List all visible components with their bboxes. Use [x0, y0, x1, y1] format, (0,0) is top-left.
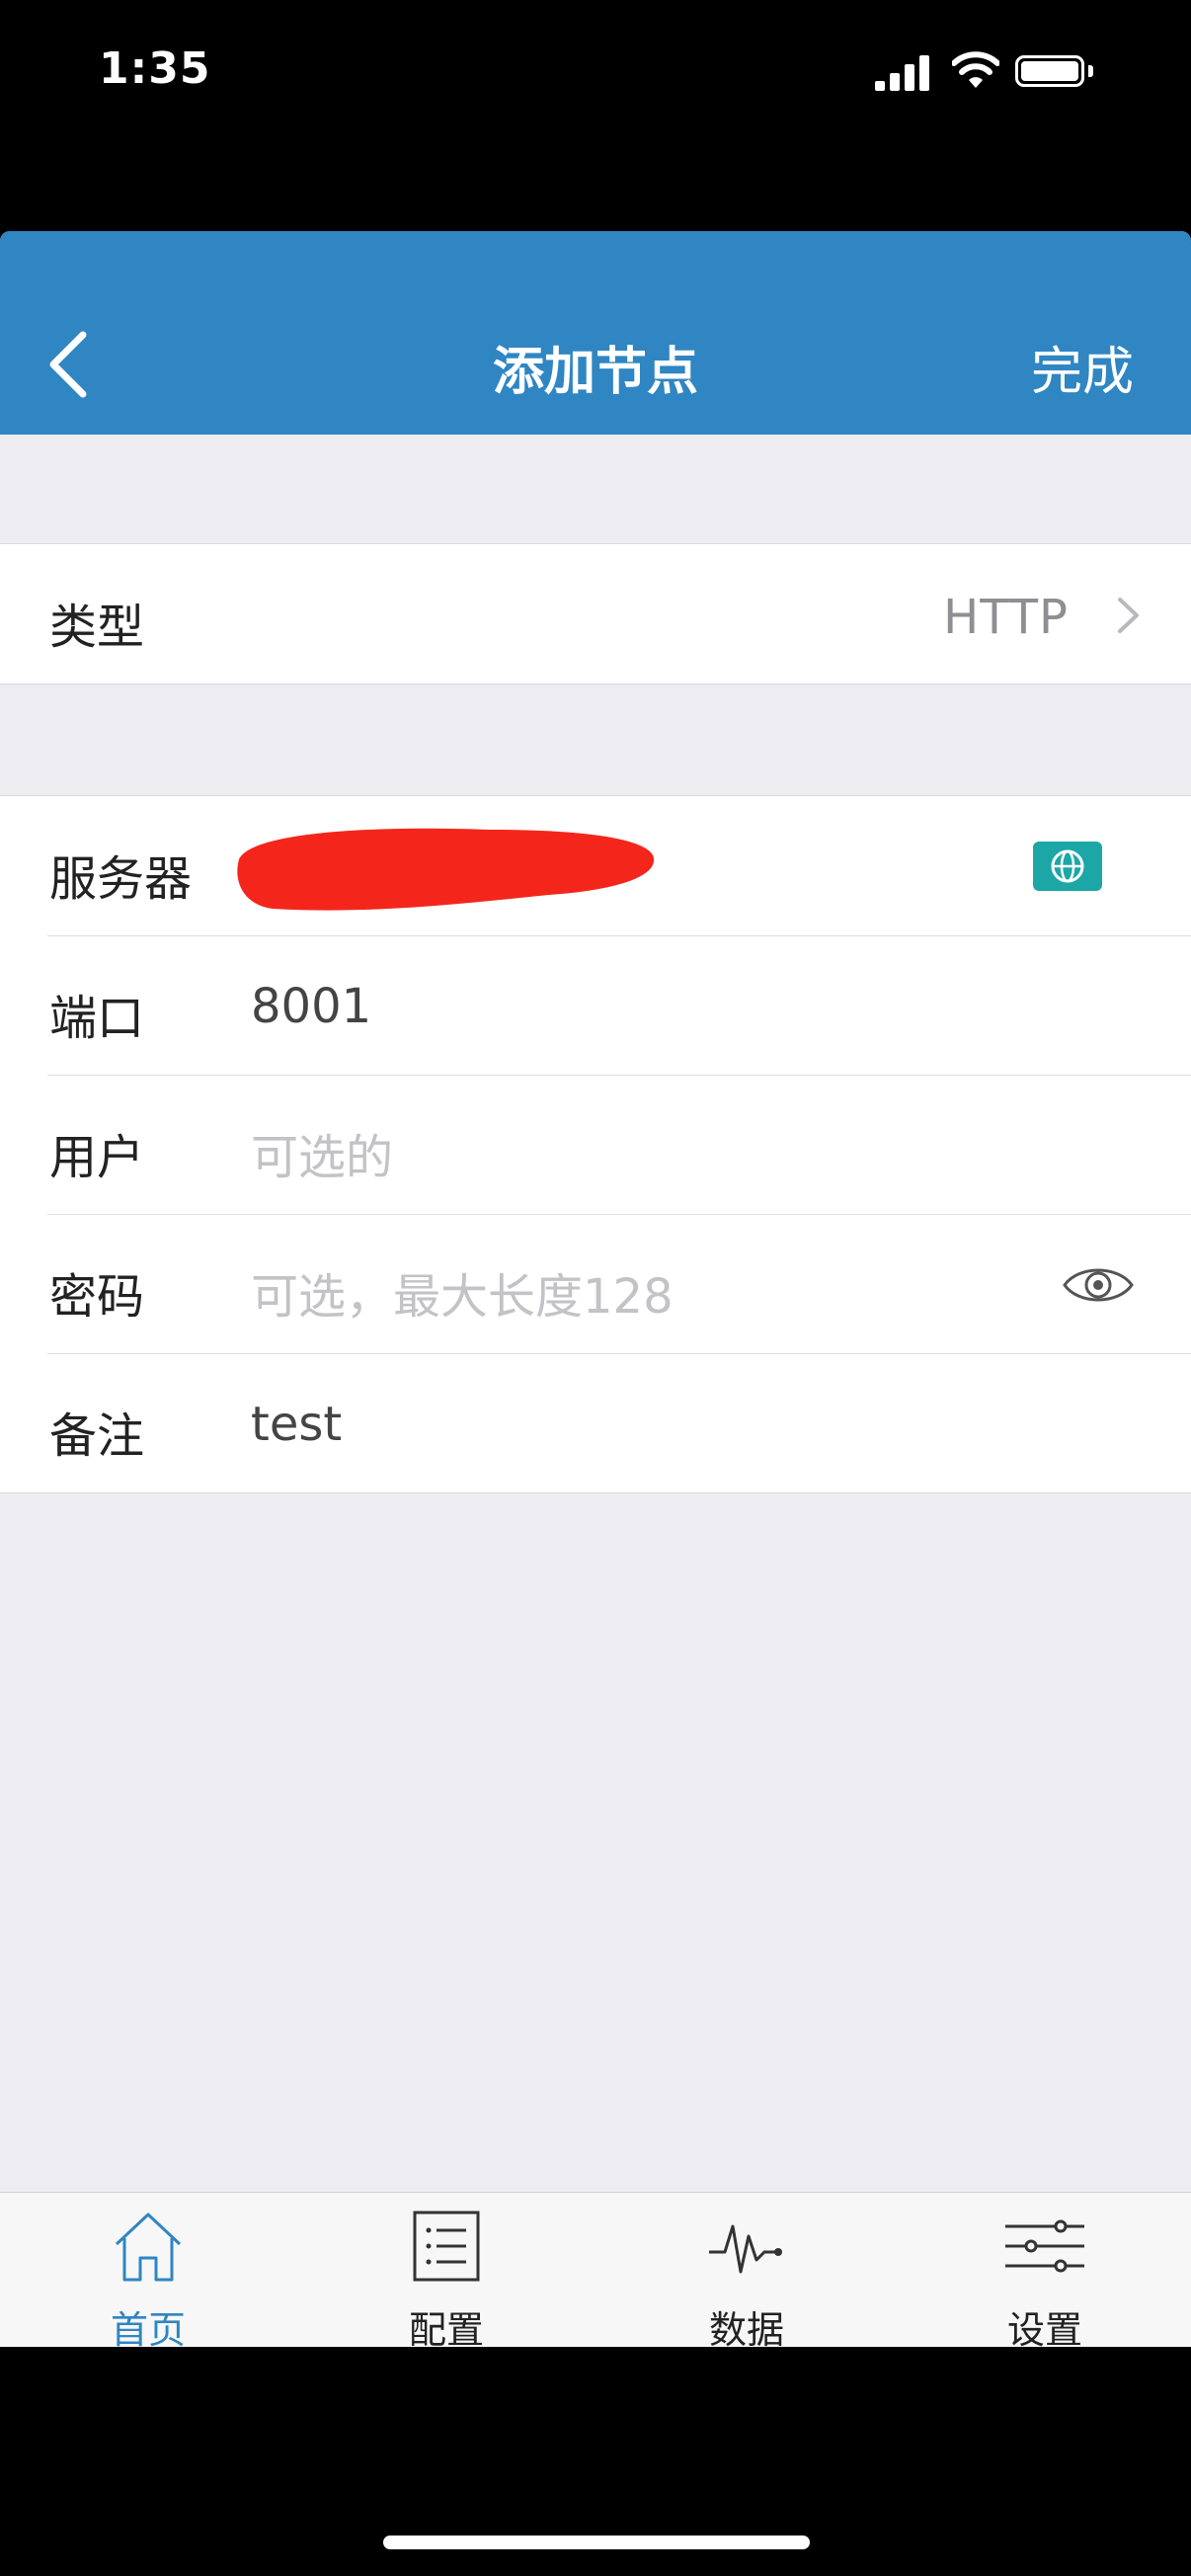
port-row[interactable]: 端口 8001 [0, 935, 1191, 1075]
tab-home[interactable]: 首页 [49, 2193, 247, 2347]
type-row[interactable]: 类型 HTTP [0, 544, 1191, 684]
user-label: 用户 [49, 1130, 145, 1185]
home-indicator[interactable] [383, 2536, 810, 2549]
tab-data-label: 数据 [708, 2308, 784, 2347]
server-row: 服务器 [0, 796, 1191, 935]
note-label: 备注 [49, 1409, 145, 1464]
server-picker-button[interactable] [1033, 842, 1102, 891]
pulse-icon [709, 2224, 782, 2274]
tab-config[interactable]: 配置 [348, 2193, 545, 2347]
password-input[interactable]: 可选，最大长度128 [251, 1257, 674, 1327]
status-icons [875, 51, 1132, 91]
redaction-mark[interactable] [233, 820, 662, 919]
password-row[interactable]: 密码 可选，最大长度128 [0, 1214, 1191, 1353]
server-label: 服务器 [49, 851, 193, 907]
tab-data[interactable]: 数据 [648, 2193, 845, 2347]
eye-icon[interactable] [1061, 1257, 1136, 1313]
user-input[interactable]: 可选的 [251, 1118, 393, 1187]
navbar: 添加节点 完成 [0, 231, 1191, 435]
sliders-icon [1005, 2219, 1084, 2273]
port-label: 端口 [49, 991, 145, 1046]
password-label: 密码 [49, 1269, 145, 1325]
tab-home-label: 首页 [110, 2308, 186, 2347]
globe-icon [1051, 849, 1084, 883]
note-input[interactable]: test [251, 1397, 342, 1452]
home-icon [115, 2213, 182, 2282]
status-time: 1:35 [99, 43, 211, 94]
node-form: 服务器 端口 8001 用户 可选的 密码 可选，最大长度128 备注 test [0, 795, 1191, 1493]
port-input[interactable]: 8001 [251, 979, 371, 1034]
wifi-icon [952, 51, 999, 88]
tab-settings-label: 设置 [1006, 2308, 1082, 2347]
app-screen: 添加节点 完成 类型 HTTP 服务器 端口 8001 用户 可选的 密码 可选… [0, 231, 1191, 2347]
note-row[interactable]: 备注 test [0, 1353, 1191, 1492]
status-bar: 1:35 [0, 0, 1191, 148]
done-button[interactable]: 完成 [1031, 330, 1134, 404]
type-label: 类型 [49, 600, 145, 655]
type-section: 类型 HTTP [0, 543, 1191, 684]
tab-bar: 首页 配置 数据 设置 [0, 2192, 1191, 2347]
tab-config-label: 配置 [408, 2308, 484, 2347]
user-row[interactable]: 用户 可选的 [0, 1075, 1191, 1214]
list-icon [413, 2211, 480, 2282]
type-value: HTTP [943, 590, 1069, 645]
chevron-right-icon [1118, 598, 1139, 633]
tab-settings[interactable]: 设置 [946, 2193, 1144, 2347]
page-title: 添加节点 [492, 343, 698, 402]
battery-icon [1015, 55, 1084, 87]
